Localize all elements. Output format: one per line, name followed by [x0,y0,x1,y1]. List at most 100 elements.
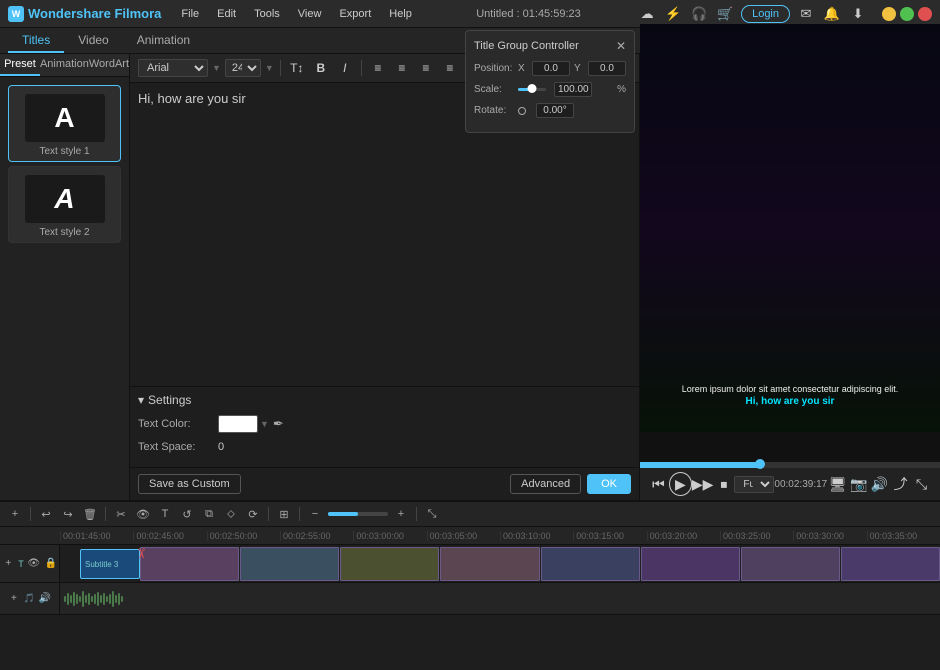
progress-fill [640,462,760,468]
login-button[interactable]: Login [741,5,790,23]
audio-mute-icon[interactable]: 🔊 [38,592,52,606]
eyedropper-icon[interactable]: ✒ [273,416,284,432]
tab-titles[interactable]: Titles [8,29,64,53]
volume-icon[interactable]: 🔊 [869,473,890,495]
font-select[interactable]: Arial [138,59,208,77]
progress-bar[interactable] [640,462,940,468]
delete-icon[interactable]: 🗑 [81,505,99,523]
video-clip-6[interactable] [641,547,740,581]
track-lock-icon[interactable]: 🔒 [44,557,58,571]
settings-section: ▾ Settings Text Color: ▼ ✒ Text Space: 0 [130,386,639,467]
text-color-swatch[interactable] [218,415,258,433]
video-clip-1[interactable] [140,547,239,581]
mail-icon[interactable]: ✉ [796,4,816,24]
snap-icon[interactable]: ⊞ [275,505,293,523]
tl-sep-3 [268,507,269,521]
track-add-icon[interactable]: + [1,557,15,571]
cloud-icon[interactable]: ☁ [637,4,657,24]
zoom-slider[interactable] [328,512,388,516]
text-space-value: 0 [218,441,224,453]
add-media-icon[interactable]: + [6,505,24,523]
download-icon[interactable]: ⬇ [848,4,868,24]
zoom-in-icon[interactable]: + [392,505,410,523]
rotate-ccw-icon[interactable]: ↺ [178,505,196,523]
align-justify-icon[interactable]: ≡ [440,58,460,78]
ruler-mark-10: 00:03:30:00 [793,531,866,541]
align-left-icon[interactable]: ≡ [368,58,388,78]
layers-icon[interactable]: ⧉ [200,505,218,523]
step-forward-icon[interactable]: ▶▶ [692,473,714,495]
maximize-button[interactable] [900,7,914,21]
quality-select[interactable]: Full [734,476,774,493]
title-icon[interactable]: T [156,505,174,523]
close-button[interactable] [918,7,932,21]
style-item-2[interactable]: A Text style 2 [8,166,121,243]
redo-icon[interactable]: ↪ [59,505,77,523]
step-back-icon[interactable]: ⏮ [648,473,669,495]
italic-button[interactable]: I [335,58,355,78]
export-icon[interactable]: ⤴ [890,473,911,495]
tgc-y-input[interactable] [588,61,626,76]
tgc-close-icon[interactable]: ✕ [616,39,626,53]
tl-sep-2 [105,507,106,521]
track-eye-icon[interactable]: 👁 [27,557,41,571]
menu-view[interactable]: View [290,5,330,23]
stop-icon[interactable]: ⏹ [713,473,734,495]
video-clip-8[interactable] [841,547,940,581]
expand-icon[interactable]: ⤡ [911,473,932,495]
toolbar-separator-1 [280,60,281,76]
menu-edit[interactable]: Edit [209,5,244,23]
subtitle-track-content: ✂ Subtitle 3 [60,545,940,582]
sub-tab-animation[interactable]: Animation [40,54,89,76]
bold-button[interactable]: B [311,58,331,78]
tgc-rotate-circle[interactable] [518,107,526,115]
size-select[interactable]: 24 [225,59,261,77]
ruler-mark-5: 00:03:05:00 [427,531,500,541]
sub-tab-wordart[interactable]: WordArt [89,54,129,76]
zoom-out-icon[interactable]: − [306,505,324,523]
align-right-icon[interactable]: ≡ [416,58,436,78]
tab-video[interactable]: Video [64,29,122,53]
monitor-icon[interactable]: 🖥 [827,473,848,495]
color-dropdown-arrow: ▼ [260,419,269,429]
play-button[interactable]: ▶ [669,472,692,496]
cut-icon[interactable]: ✂ [112,505,130,523]
menu-tools[interactable]: Tools [246,5,288,23]
text-size-increase-icon[interactable]: T↕ [287,58,307,78]
settings-header[interactable]: ▾ Settings [138,393,631,407]
speed-icon[interactable]: ⟳ [244,505,262,523]
advanced-button[interactable]: Advanced [510,474,581,494]
video-clip-4[interactable] [440,547,539,581]
audio-add-icon[interactable]: + [7,592,21,606]
tab-animation[interactable]: Animation [123,29,204,53]
camera-icon[interactable]: 📷 [848,473,869,495]
notification-icon[interactable]: 🔔 [822,4,842,24]
undo-icon[interactable]: ↩ [37,505,55,523]
full-screen-icon[interactable]: ⤡ [423,505,441,523]
align-center-icon[interactable]: ≡ [392,58,412,78]
menu-export[interactable]: Export [331,5,379,23]
headphone-icon[interactable]: 🎧 [689,4,709,24]
tgc-scale-slider[interactable] [518,88,546,91]
video-clip-3[interactable] [340,547,439,581]
save-custom-button[interactable]: Save as Custom [138,474,241,494]
menu-file[interactable]: File [173,5,207,23]
tgc-x-input[interactable] [532,61,570,76]
adjust-icon[interactable]: ⬦ [222,505,240,523]
video-clip-2[interactable] [240,547,339,581]
video-clip-5[interactable] [541,547,640,581]
lightning-icon[interactable]: ⚡ [663,4,683,24]
style-item-1[interactable]: A Text style 1 [8,85,121,162]
minimize-button[interactable] [882,7,896,21]
app-logo: W Wondershare Filmora [8,6,161,22]
progress-handle[interactable] [755,459,765,469]
menu-help[interactable]: Help [381,5,420,23]
cart-icon[interactable]: 🛒 [715,4,735,24]
ok-button[interactable]: OK [587,474,631,494]
text-space-label: Text Space: [138,441,218,453]
sub-tab-preset[interactable]: Preset [0,54,40,76]
subtitle-clip[interactable]: Subtitle 3 [80,549,140,579]
wave-bar [121,596,123,602]
hide-icon[interactable]: 👁 [134,505,152,523]
video-clip-7[interactable] [741,547,840,581]
